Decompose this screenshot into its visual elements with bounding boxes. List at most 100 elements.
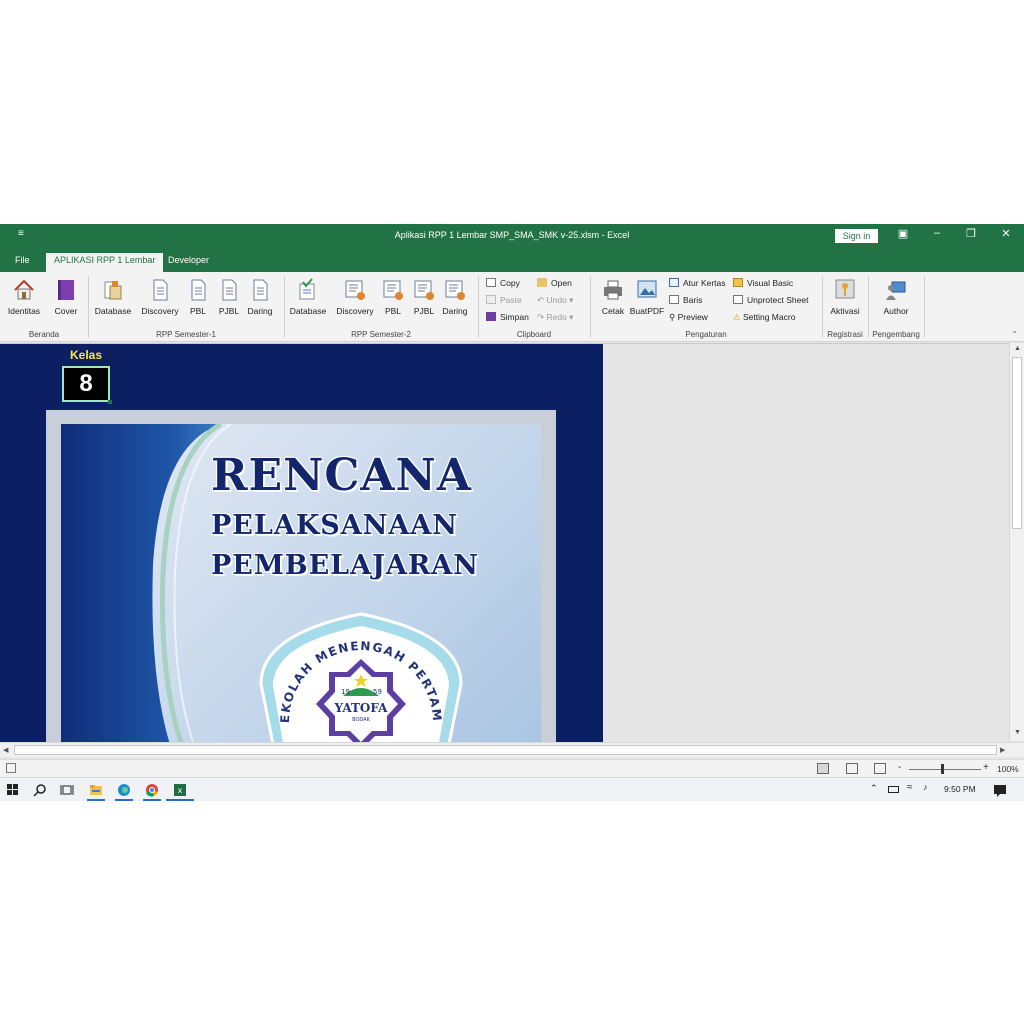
battery-icon[interactable] [888, 786, 899, 793]
sem1-discovery-button[interactable]: Discovery [140, 276, 180, 316]
unprotect-sheet-button[interactable]: Unprotect Sheet [733, 293, 808, 307]
sem1-daring-button[interactable]: Daring [240, 276, 280, 316]
file-explorer-icon[interactable] [89, 783, 103, 797]
visual-basic-button[interactable]: Visual Basic [733, 276, 793, 290]
group-label-pengembang: Pengembang [872, 330, 920, 339]
open-button[interactable]: Open [537, 276, 572, 290]
sheet-grid-icon [733, 295, 743, 304]
setting-macro-button[interactable]: ⚠ Setting Macro [733, 310, 795, 324]
tab-aplikasi-rpp[interactable]: APLIKASI RPP 1 Lembar [46, 253, 164, 272]
minimize-button[interactable]: – [927, 227, 947, 239]
simpan-button[interactable]: Simpan [486, 310, 529, 324]
group-separator [590, 276, 591, 338]
windows-start-icon[interactable] [6, 783, 20, 797]
paste-button[interactable]: Paste [486, 293, 522, 307]
cover-title-rencana: RENCANA [211, 450, 472, 501]
collapse-ribbon-icon[interactable]: ⌃ [1011, 330, 1018, 339]
undo-button[interactable]: ↶ Undo ▾ [537, 293, 573, 307]
atur-kertas-label: Atur Kertas [683, 278, 726, 288]
warning-icon: ⚠ [733, 312, 743, 322]
sem2-pbl-label: PBL [384, 306, 402, 316]
macro-record-icon[interactable] [6, 763, 16, 773]
undo-label: Undo [546, 295, 567, 305]
key-icon [835, 279, 855, 299]
logo-subname: BODAK [352, 717, 370, 723]
taskbar: x ⌃ ≈ ♪ 9:50 PM [0, 777, 1024, 801]
volume-icon[interactable]: ♪ [923, 782, 928, 792]
sem1-database-label: Database [94, 306, 132, 316]
active-app-indicator [166, 799, 194, 801]
group-separator [924, 276, 925, 338]
buatpdf-button[interactable]: BuatPDF [627, 276, 667, 316]
document-icon [191, 279, 206, 301]
copy-button[interactable]: Copy [486, 276, 520, 290]
zoom-in-button[interactable]: + [983, 762, 989, 773]
kelas-cell[interactable]: 8 [62, 366, 112, 404]
group-label-clipboard: Clipboard [516, 330, 552, 339]
close-button[interactable]: ✕ [996, 227, 1016, 240]
wifi-icon[interactable]: ≈ [907, 782, 913, 793]
sem2-database-button[interactable]: Database [288, 276, 328, 316]
zoom-level[interactable]: 100% [997, 764, 1019, 774]
sign-in-button[interactable]: Sign in [835, 229, 878, 243]
author-button[interactable]: Author [876, 276, 916, 316]
scroll-right-icon[interactable]: ▶ [1000, 746, 1005, 754]
scroll-down-icon[interactable]: ▼ [1014, 729, 1021, 736]
atur-kertas-button[interactable]: Atur Kertas [669, 276, 726, 290]
search-icon[interactable] [33, 783, 47, 797]
zoom-slider-thumb[interactable] [941, 764, 944, 774]
sem1-database-button[interactable]: Database [93, 276, 133, 316]
identitas-button[interactable]: Identitas [4, 276, 44, 316]
checklist-gear-icon [445, 280, 465, 300]
scroll-left-icon[interactable]: ◀ [3, 746, 8, 754]
scroll-up-icon[interactable]: ▲ [1014, 345, 1021, 352]
group-separator [868, 276, 869, 338]
normal-view-icon[interactable] [817, 763, 829, 774]
image-pdf-icon [637, 280, 657, 298]
sheet-background: Kelas 8 RENCANA PELAKSANAAN PEMBELAJARAN… [0, 344, 603, 754]
task-view-icon[interactable] [60, 783, 74, 797]
page-layout-view-icon[interactable] [846, 763, 858, 774]
database-check-icon [299, 278, 315, 300]
undo-dropdown-icon: ▾ [566, 295, 574, 305]
active-app-indicator [143, 799, 161, 801]
worksheet[interactable]: Kelas 8 RENCANA PELAKSANAAN PEMBELAJARAN… [0, 343, 1009, 754]
zoom-slider-track[interactable] [909, 769, 981, 770]
edge-browser-icon[interactable] [117, 783, 131, 797]
logo-year-right: 59 [373, 688, 382, 696]
chrome-browser-icon[interactable] [145, 783, 159, 797]
cover-title-pembelajaran: PEMBELAJARAN [211, 550, 479, 581]
buatpdf-label: BuatPDF [629, 306, 665, 316]
page-break-view-icon[interactable] [874, 763, 886, 774]
baris-button[interactable]: Baris [669, 293, 702, 307]
excel-app-icon[interactable]: x [173, 783, 187, 797]
aktivasi-button[interactable]: Aktivasi [825, 276, 865, 316]
active-app-indicator [87, 799, 105, 801]
sem2-daring-button[interactable]: Daring [435, 276, 475, 316]
show-hidden-icons-icon[interactable]: ⌃ [870, 783, 878, 794]
cover-label: Cover [54, 306, 78, 316]
zoom-out-button[interactable]: - [898, 762, 901, 773]
cover-button[interactable]: Cover [46, 276, 86, 316]
vertical-scroll-thumb[interactable] [1012, 357, 1022, 529]
ribbon-display-options-icon[interactable]: ▣ [893, 227, 913, 240]
clock-time[interactable]: 9:50 PM [944, 784, 976, 794]
sem2-discovery-button[interactable]: Discovery [335, 276, 375, 316]
sem2-discovery-label: Discovery [336, 306, 374, 316]
logo-year-left: 19 [341, 688, 350, 696]
sem2-daring-label: Daring [442, 306, 468, 316]
redo-button[interactable]: ↷ Redo ▾ [537, 310, 573, 324]
horizontal-scrollbar[interactable]: ◀ ▶ [0, 742, 1024, 757]
tab-developer[interactable]: Developer [160, 253, 217, 272]
preview-button[interactable]: ⚲ Preview [669, 310, 708, 324]
cetak-label: Cetak [601, 306, 625, 316]
tab-file[interactable]: File [7, 253, 38, 272]
logo-name: YATOFA [334, 701, 389, 715]
vertical-scrollbar[interactable]: ▲ ▼ [1009, 343, 1024, 741]
horizontal-scroll-thumb[interactable] [14, 745, 997, 755]
notifications-icon[interactable] [993, 783, 1007, 797]
simpan-label: Simpan [500, 312, 529, 322]
visual-basic-label: Visual Basic [747, 278, 794, 288]
document-icon [153, 279, 168, 301]
restore-button[interactable]: ❐ [961, 227, 981, 240]
